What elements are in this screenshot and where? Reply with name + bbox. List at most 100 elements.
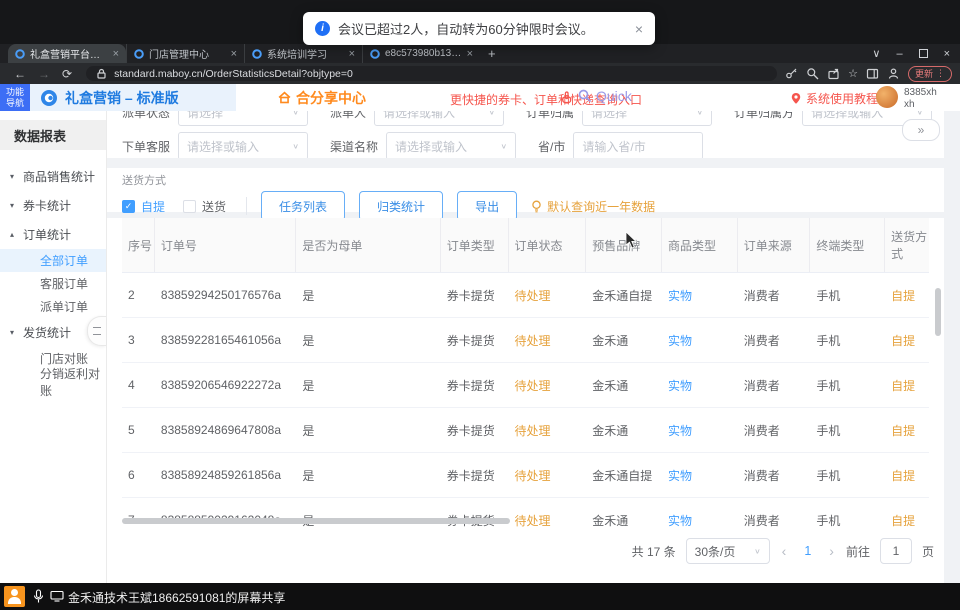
tab-close-icon[interactable]: × [113,48,119,60]
cell-is_parent: 是 [296,273,440,317]
meeting-app-icon[interactable] [4,586,25,607]
sidebar-item-label: 派单订单 [40,298,88,315]
more-menu-icon[interactable]: ⋮ [936,68,945,79]
lightbulb-icon [531,200,542,213]
quick-search-link[interactable]: Quick [578,88,632,104]
sidebar-item-label: 客服订单 [40,275,88,292]
checkbox-icon[interactable] [183,200,196,213]
toolbar-button[interactable]: 归类统计 [359,191,443,221]
nav-badge-line2: 导航 [6,98,24,108]
prev-page-button[interactable]: ‹ [780,543,789,559]
back-button[interactable]: ← [14,67,26,81]
share-icon[interactable] [827,67,840,80]
chevron-down-icon: ∨ [292,142,299,151]
key-icon[interactable] [785,67,798,80]
minimize-button[interactable]: – [896,48,902,60]
user-avatar[interactable] [876,86,898,108]
filter-input[interactable]: 请选择 ∨ [178,111,308,126]
sidebar-item[interactable]: ▾ 券卡统计 [0,191,106,220]
filter-placeholder: 请选择或输入 [187,138,259,155]
close-window-button[interactable]: × [944,48,950,60]
browser-tab[interactable]: 系统培训学习 × [244,44,362,63]
profile-icon[interactable] [887,67,900,80]
vertical-scrollbar[interactable] [935,288,941,336]
filter-placeholder: 请选择或输入 [395,138,467,155]
browser-tab[interactable]: 礼盒营销平台管理中心 × [8,44,126,63]
user-name: 8385xh xh [904,87,937,111]
quick-label: Quick [596,88,632,104]
sidebar-item[interactable]: 全部订单 [0,249,106,272]
table-header-row: 序号订单号是否为母单订单类型订单状态预售品牌商品类型订单来源终端类型送货方式 [122,218,929,273]
column-header: 终端类型 [810,218,885,272]
filter-input[interactable]: 请输入省/市 [573,132,703,158]
address-bar-actions: ☆ 更新 ⋮ [785,66,952,82]
goto-page-input[interactable]: 1 [880,538,912,564]
browser-tab[interactable]: e8c573980b1328a258fd2e618 × [362,44,480,63]
sidebar-item-label: 商品销售统计 [23,168,95,185]
table-row[interactable]: 583858924869647808a是券卡提货待处理金禾通实物消费者手机自提 [122,408,929,453]
filter-input[interactable]: 请选择或输入 ∨ [178,132,308,158]
horizontal-scrollbar[interactable] [122,518,510,524]
new-tab-button[interactable]: + [488,46,496,61]
update-label: 更新 [915,67,933,80]
browser-tab[interactable]: 门店管理中心 × [126,44,244,63]
toolbar-button[interactable]: 任务列表 [261,191,345,221]
filter-input[interactable]: 请选择 ∨ [582,111,712,126]
screen: 礼盒营销平台管理中心 × 门店管理中心 × 系统培训学习 × e8c573980… [0,0,960,610]
sidebar-item-label: 分销返利对账 [40,365,106,399]
page-size-select[interactable]: 30条/页 ∨ [686,538,770,564]
sidebar-item[interactable]: ▾ 商品销售统计 [0,162,106,191]
filter-input[interactable]: 请选择或输入 ∨ [386,132,516,158]
cell-terminal: 手机 [810,453,885,497]
sidebar-item[interactable]: 派单订单 [0,295,106,318]
filter-field: 派单人 请选择或输入 ∨ [330,111,504,126]
reload-button[interactable]: ⟳ [62,67,72,81]
window-controls: ∨ – × [872,47,950,60]
sidebar-collapse-handle[interactable] [87,316,106,346]
table-row[interactable]: 283859294250176576a是券卡提货待处理金禾通自提实物消费者手机自… [122,273,929,318]
cell-source: 消费者 [738,498,811,528]
cell-delivery: 自提 [885,408,929,452]
checkbox-icon[interactable]: ✓ [122,200,135,213]
side-panel-icon[interactable] [866,67,879,80]
toast-close-icon[interactable]: × [635,21,643,37]
maximize-button[interactable] [919,49,928,58]
tab-close-icon[interactable]: × [231,48,237,60]
table-row[interactable]: 383859228165461056a是券卡提货待处理金禾通实物消费者手机自提 [122,318,929,363]
filter-expand-button[interactable]: » [902,119,940,141]
bookmark-star-icon[interactable]: ☆ [848,67,858,80]
delivery-checkbox[interactable]: 送货 [183,198,226,215]
browser-update-button[interactable]: 更新 ⋮ [908,66,952,82]
sidebar-item[interactable]: 客服订单 [0,272,106,295]
cell-order_no: 83858924869647808a [155,408,296,452]
cell-product_type: 实物 [662,273,738,317]
tutorial-link[interactable]: 系统使用教程 [790,90,878,107]
toolbar-button[interactable]: 导出 [457,191,517,221]
url-bar[interactable]: standard.maboy.cn/OrderStatisticsDetail?… [86,66,777,81]
query-hint-text: 默认查询近一年数据 [547,198,655,215]
table-row[interactable]: 483859206546922272a是券卡提货待处理金禾通实物消费者手机自提 [122,363,929,408]
forward-button[interactable]: → [38,67,50,81]
cell-is_parent: 是 [296,363,440,407]
app-logo-icon [40,89,58,107]
sidebar-item[interactable]: ▴ 订单统计 [0,220,106,249]
next-page-button[interactable]: › [827,543,836,559]
tab-close-icon[interactable]: × [349,48,355,60]
filter-input[interactable]: 请选择或输入 ∨ [374,111,504,126]
tab-label: 门店管理中心 [149,46,226,61]
share-center-link[interactable]: 合分享中心 [278,84,366,111]
cell-order_type: 券卡提货 [441,408,509,452]
tab-close-icon[interactable]: × [467,48,473,60]
table-row[interactable]: 683858924859261856a是券卡提货待处理金禾通自提实物消费者手机自… [122,453,929,498]
chevron-down-icon: ∨ [754,547,761,556]
sidebar-item-label: 全部订单 [40,252,88,269]
current-page[interactable]: 1 [798,544,817,558]
sidebar-item[interactable]: 分销返利对账 [0,370,106,393]
tab-menu-icon[interactable]: ∨ [872,47,880,60]
cell-source: 消费者 [738,408,811,452]
zoom-icon[interactable] [806,67,819,80]
delivery-checkbox[interactable]: ✓ 自提 [122,198,165,215]
function-nav-badge[interactable]: 功能 导航 [0,84,30,111]
total-count: 共 17 条 [632,543,676,560]
cell-seq: 6 [122,453,155,497]
